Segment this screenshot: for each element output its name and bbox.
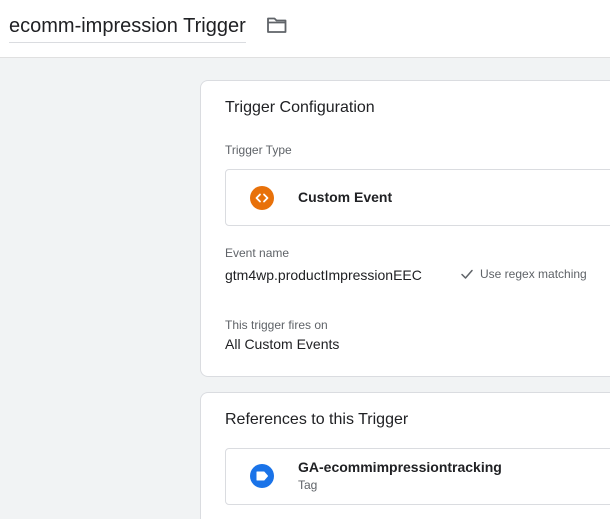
reference-kind: Tag xyxy=(298,478,318,492)
references-card: References to this Trigger GA-ecommimpre… xyxy=(200,392,610,519)
regex-indicator: Use regex matching xyxy=(460,267,587,281)
code-brackets-icon xyxy=(250,186,274,210)
top-bar: ecomm-impression Trigger xyxy=(0,0,610,58)
card-title: Trigger Configuration xyxy=(225,99,375,116)
trigger-type-name: Custom Event xyxy=(298,189,393,205)
event-name-label: Event name xyxy=(225,246,290,260)
reference-item[interactable]: GA-ecommimpressiontracking Tag xyxy=(225,448,610,505)
trigger-name-field[interactable]: ecomm-impression Trigger xyxy=(9,12,246,43)
tag-icon xyxy=(250,464,274,488)
trigger-name: ecomm-impression Trigger xyxy=(9,15,246,37)
event-name-value: gtm4wp.productImpressionEEC xyxy=(225,267,422,283)
trigger-type-selector[interactable]: Custom Event xyxy=(225,169,610,226)
folder-icon[interactable] xyxy=(266,15,288,35)
reference-name: GA-ecommimpressiontracking xyxy=(298,459,502,475)
fires-on-label: This trigger fires on xyxy=(225,318,328,332)
references-title: References to this Trigger xyxy=(225,411,409,428)
fires-on-value: All Custom Events xyxy=(225,336,340,352)
trigger-configuration-card[interactable]: Trigger Configuration Trigger Type Custo… xyxy=(200,80,610,377)
trigger-type-label: Trigger Type xyxy=(225,143,292,157)
check-icon xyxy=(461,269,473,279)
regex-label: Use regex matching xyxy=(480,267,587,281)
